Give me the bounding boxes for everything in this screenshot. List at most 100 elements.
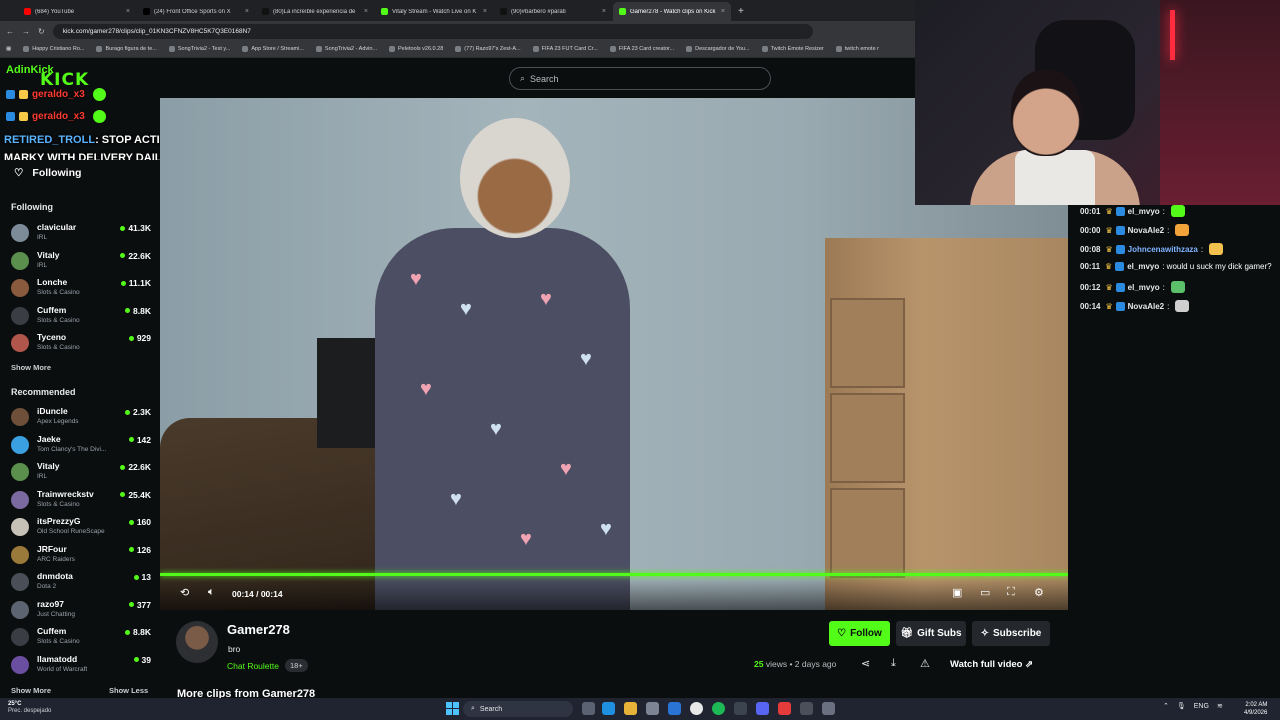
fullscreen-icon[interactable]: ⛶ <box>1007 586 1015 599</box>
browser-tab[interactable]: (90)#barbero #parati × <box>494 2 612 21</box>
sidebar-channel-item[interactable]: llamatodd World of Warcraft 39 <box>11 654 151 680</box>
nav-following[interactable]: ♡ Following <box>14 167 81 179</box>
bookmark-item[interactable]: App Store / Streami... <box>242 46 304 52</box>
sidebar-channel-item[interactable]: Cuffem Slots & Casino 8.8K <box>11 305 151 331</box>
bookmark-item[interactable]: FIFA 23 Card creator... <box>609 46 675 52</box>
system-tray: ⌃ 🎙︎ ENG ≋ <box>1163 702 1223 711</box>
pip-icon[interactable]: ▣ <box>952 586 962 599</box>
edge-icon[interactable] <box>602 702 615 715</box>
video-person-head <box>460 118 570 238</box>
heart-pattern: ♥ <box>600 518 612 540</box>
channel-info: Cuffem Slots & Casino <box>37 305 125 324</box>
bookmark-item[interactable]: FIFA 23 FUT Card Cr... <box>532 46 598 52</box>
app-icon[interactable] <box>800 702 813 715</box>
chat-username[interactable]: el_mvyo <box>1128 207 1160 216</box>
reload-icon[interactable]: ↻ <box>38 27 45 36</box>
new-tab-button[interactable]: + <box>732 6 750 21</box>
chat-username[interactable]: NovaAle2 <box>1128 226 1164 235</box>
chat-username[interactable]: Johncenawithzaza <box>1128 245 1198 254</box>
close-icon[interactable]: × <box>721 8 725 15</box>
volume-icon[interactable]: 🔈︎ <box>208 586 215 599</box>
report-icon[interactable]: ⚠ <box>920 657 930 670</box>
replay-icon[interactable]: ⟲ <box>180 586 189 599</box>
bookmark-item[interactable]: Burago figura de te... <box>96 46 157 52</box>
app-icon[interactable] <box>734 702 747 715</box>
sidebar-channel-item[interactable]: dnmdota Dota 2 13 <box>11 571 151 597</box>
close-icon[interactable]: × <box>364 8 368 15</box>
progress-bar[interactable] <box>160 573 1068 576</box>
show-more-following[interactable]: Show More <box>11 363 51 372</box>
settings-icon[interactable]: ⚙ <box>1034 586 1044 599</box>
bookmark-item[interactable]: Peletools v26.0.28 <box>389 46 443 52</box>
close-icon[interactable]: × <box>483 8 487 15</box>
sidebar-channel-item[interactable]: Vitaly IRL 22.6K <box>11 461 151 487</box>
bookmark-item[interactable]: Descargador de You... <box>686 46 750 52</box>
theater-icon[interactable]: ▭ <box>980 586 990 599</box>
sidebar-channel-item[interactable]: Jaeke Tom Clancy's The Divi... 142 <box>11 434 151 460</box>
browser-tab[interactable]: (24) Front Office Sports on X × <box>137 2 255 21</box>
sidebar-channel-item[interactable]: Cuffem Slots & Casino 8.8K <box>11 626 151 652</box>
search-box[interactable]: ⌕ Search <box>509 67 771 90</box>
close-icon[interactable]: × <box>245 8 249 15</box>
network-icon[interactable]: ≋ <box>1217 702 1223 710</box>
bookmark-item[interactable]: Twitch Emote Resizer <box>761 46 824 52</box>
url-field[interactable]: kick.com/gamer278/clips/clip_01KN3CFNZV8… <box>52 23 813 39</box>
spotify-icon[interactable] <box>712 702 725 715</box>
chat-username[interactable]: el_mvyo <box>1127 262 1159 271</box>
bookmark-item[interactable]: SongTrivia2 - Test y... <box>168 46 230 52</box>
sidebar-channel-item[interactable]: razo97 Just Chatting 377 <box>11 599 151 625</box>
bookmark-label: FIFA 23 Card creator... <box>618 46 675 52</box>
chevron-up-icon[interactable]: ⌃ <box>1163 702 1169 710</box>
close-icon[interactable]: × <box>126 8 130 15</box>
sidebar-channel-item[interactable]: clavicular IRL 41.3K <box>11 222 151 248</box>
start-icon[interactable] <box>446 702 459 715</box>
channel-name[interactable]: Gamer278 <box>227 622 290 637</box>
browser-tab[interactable]: Gamer278 - Watch clips on Kick × <box>613 2 731 21</box>
weather-widget[interactable]: 25°C Prec. despejado <box>8 701 51 715</box>
channel-category: Old School RuneScape <box>37 528 105 535</box>
sidebar-channel-item[interactable]: JRFour ARC Raiders 126 <box>11 544 151 570</box>
sidebar-channel-item[interactable]: Lonche Slots & Casino 11.1K <box>11 277 151 303</box>
sidebar-channel-item[interactable]: Vitaly IRL 22.6K <box>11 250 151 276</box>
app-icon[interactable] <box>778 702 791 715</box>
webcam-led-light <box>1170 10 1175 60</box>
back-icon[interactable]: ← <box>6 27 14 36</box>
subscribe-button[interactable]: ✧ Subscribe <box>972 621 1050 646</box>
file-explorer-icon[interactable] <box>624 702 637 715</box>
apps-icon[interactable]: ▦ <box>6 46 11 52</box>
store-icon[interactable] <box>646 702 659 715</box>
bookmark-item[interactable]: twitch emote r <box>835 46 879 52</box>
forward-icon[interactable]: → <box>22 27 30 36</box>
mic-icon[interactable]: 🎙︎ <box>1177 702 1186 710</box>
taskbar-clock[interactable]: 2:02 AM 4/9/2026 <box>1244 701 1267 717</box>
sidebar-channel-item[interactable]: Tyceno Slots & Casino 929 <box>11 332 151 358</box>
chrome-icon[interactable] <box>690 702 703 715</box>
share-icon[interactable]: ⋖ <box>861 657 870 670</box>
discord-icon[interactable] <box>756 702 769 715</box>
bookmark-item[interactable]: Happy Cristiano Ro... <box>23 46 84 52</box>
browser-tab[interactable]: (684) YouTube × <box>18 2 136 21</box>
browser-tab[interactable]: Vitaly Stream - Watch Live on K × <box>375 2 493 21</box>
browser-tab[interactable]: (80)La increíble experiencia de × <box>256 2 374 21</box>
language-indicator[interactable]: ENG <box>1194 703 1209 710</box>
show-more-recommended[interactable]: Show More <box>11 686 51 695</box>
sidebar-channel-item[interactable]: Trainwreckstv Slots & Casino 25.4K <box>11 489 151 515</box>
gift-subs-button[interactable]: 🎁︎ Gift Subs <box>896 621 966 646</box>
task-view-icon[interactable] <box>582 702 595 715</box>
channel-avatar[interactable] <box>176 621 218 663</box>
bookmark-item[interactable]: SongTrivia2 - Advin... <box>315 46 377 52</box>
mail-icon[interactable] <box>668 702 681 715</box>
taskbar-search[interactable]: ⌕ Search <box>463 701 573 717</box>
clip-category[interactable]: Chat Roulette <box>227 661 279 671</box>
watch-full-video-link[interactable]: Watch full video ⇗ <box>950 659 1033 670</box>
sidebar-channel-item[interactable]: iDuncle Apex Legends 2.3K <box>11 406 151 432</box>
app-icon[interactable] <box>822 702 835 715</box>
show-less-recommended[interactable]: Show Less <box>109 686 148 695</box>
sidebar-channel-item[interactable]: itsPrezzyG Old School RuneScape 160 <box>11 516 151 542</box>
follow-button[interactable]: ♡ Follow <box>829 621 890 646</box>
chat-username[interactable]: NovaAle2 <box>1128 302 1164 311</box>
chat-username[interactable]: el_mvyo <box>1128 283 1160 292</box>
bookmark-item[interactable]: (77) Razo97's Zest-A... <box>455 46 521 52</box>
close-icon[interactable]: × <box>602 8 606 15</box>
download-icon[interactable]: ⤓ <box>891 657 896 670</box>
